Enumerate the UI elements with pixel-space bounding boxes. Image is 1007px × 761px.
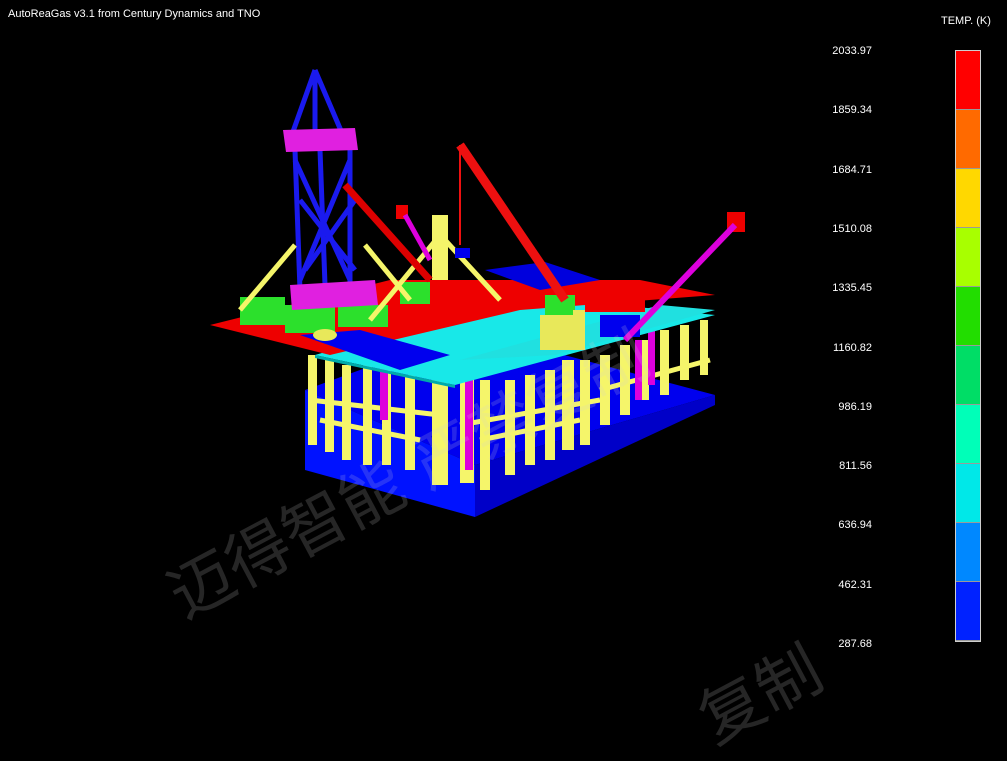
legend-tick-label: 636.94 — [838, 519, 872, 532]
legend-tick-label: 811.56 — [839, 460, 872, 473]
legend-tick-label: 1335.45 — [832, 282, 872, 295]
legend-tick-label: 1684.71 — [832, 163, 872, 176]
legend-tick-label: 986.19 — [838, 400, 872, 413]
colorbar-segment — [956, 110, 980, 169]
colorbar-segment — [956, 523, 980, 582]
legend-tick-label: 462.31 — [838, 578, 872, 591]
blue-small-block — [455, 248, 470, 258]
legend-tick-label: 2033.97 — [832, 45, 872, 57]
temperature-colorbar — [955, 50, 981, 642]
legend-tick-label: 1160.82 — [833, 341, 872, 354]
derrick — [287, 69, 358, 291]
derrick-crown — [283, 128, 358, 152]
colorbar-segment — [956, 582, 980, 641]
colorbar-segment — [956, 346, 980, 405]
colorbar-segment — [956, 287, 980, 346]
colorbar-segment — [956, 169, 980, 228]
colorbar-segment — [956, 228, 980, 287]
colorbar-segment — [956, 464, 980, 523]
legend-tick-label: 1510.08 — [832, 222, 872, 235]
derrick-base — [290, 280, 378, 310]
legend-tick-label: 1859.34 — [832, 104, 872, 117]
colorbar-segment — [956, 405, 980, 464]
legend-title: TEMP. (K) — [941, 15, 991, 27]
colorbar-segment — [956, 51, 980, 110]
yellow-fixture — [313, 329, 337, 341]
legend-tick-label: 287.68 — [838, 638, 872, 650]
